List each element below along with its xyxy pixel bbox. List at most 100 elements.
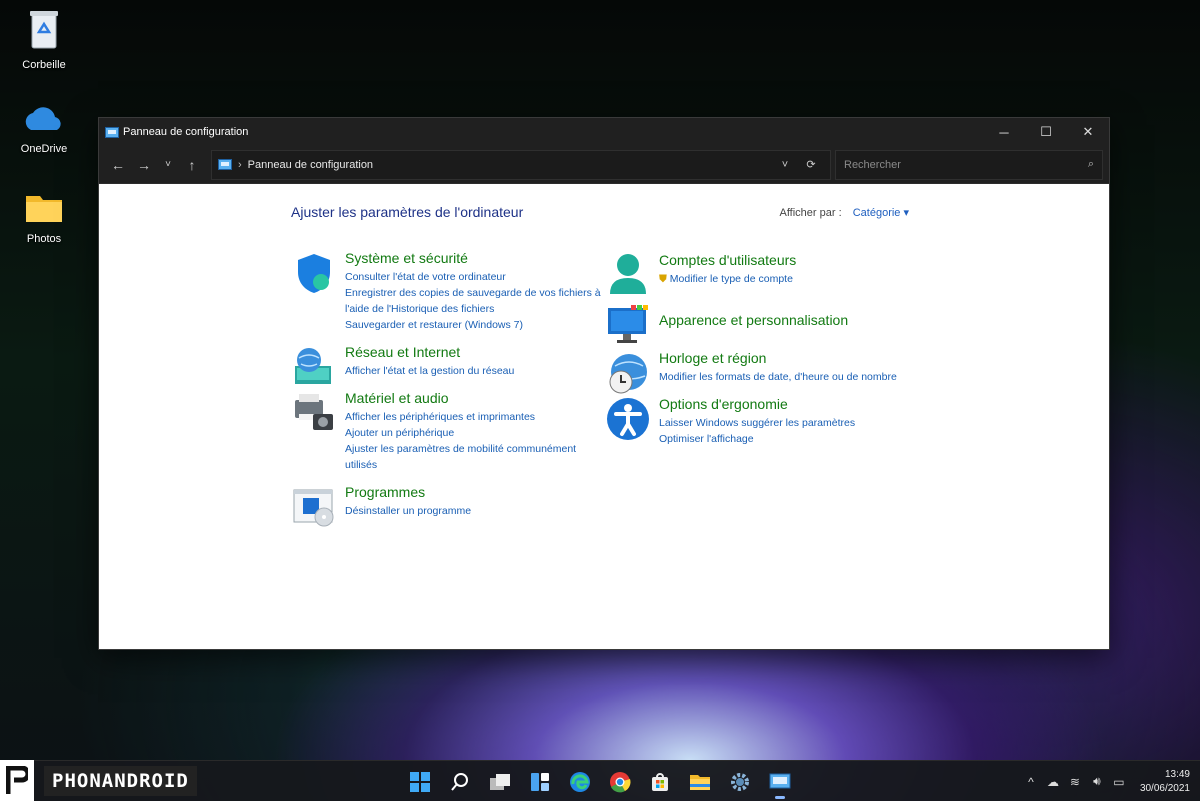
settings-icon [731,772,749,791]
taskbar-apps [400,761,800,801]
file-explorer-button[interactable] [680,761,720,801]
category-title[interactable]: Programmes [345,484,471,500]
monitor-palette-icon [608,305,648,343]
minimize-button[interactable]: ─ [983,118,1025,146]
desktop-icon-recycle-bin[interactable]: Corbeille [8,8,80,71]
category-title[interactable]: Apparence et personnalisation [659,312,848,328]
category-link[interactable]: Laisser Windows suggérer les paramètres [659,415,855,431]
brand-text: PHONANDROID [44,765,197,796]
recycle-bin-icon [30,11,58,49]
category-link[interactable]: Sauvegarder et restaurer (Windows 7) [345,317,601,333]
category-link[interactable]: ⛊ Modifier le type de compte [659,271,796,287]
category-appearance: Apparence et personnalisation [605,302,848,348]
folder-icon [26,196,62,222]
category-link[interactable]: Ajouter un périphérique [345,425,576,441]
category-title[interactable]: Matériel et audio [345,390,576,406]
system-tray: ^ ☁ ≋ 🔊︎ ▭ 13:49 30/06/2021 [1020,761,1200,801]
programs-icon [293,489,334,527]
onedrive-tray-icon[interactable]: ☁ [1042,775,1064,789]
close-button[interactable]: ✕ [1067,118,1109,146]
up-button[interactable]: ↑ [179,151,205,179]
category-link-text[interactable]: Modifier le type de compte [670,273,793,285]
category-link[interactable]: utilisés [345,457,576,473]
address-dropdown-button[interactable]: ˅ [772,159,798,171]
start-button[interactable] [400,761,440,801]
desktop-label-onedrive: OneDrive [20,143,68,155]
category-title[interactable]: Système et sécurité [345,250,601,266]
store-icon [652,772,668,791]
recent-locations-button[interactable]: ˅ [157,151,179,179]
category-link[interactable]: Consulter l'état de votre ordinateur [345,269,601,285]
clock[interactable]: 13:49 30/06/2021 [1140,768,1190,796]
wifi-icon[interactable]: ≋ [1064,775,1086,789]
category-link[interactable]: Désinstaller un programme [345,503,471,519]
view-by: Afficher par : Catégorie ▾ [779,206,909,219]
category-link[interactable]: Enregistrer des copies de sauvegarde de … [345,285,601,301]
breadcrumb-chevron-icon[interactable]: › [238,159,242,171]
task-view-button[interactable] [480,761,520,801]
control-panel-icon [769,773,791,788]
accessibility-icon [607,398,649,440]
maximize-button[interactable]: ☐ [1025,118,1067,146]
taskbar: PHONANDROID ^ ☁ ≋ 🔊︎ ▭ 13:49 30/06/2021 [0,760,1200,801]
desktop-icon-onedrive[interactable]: OneDrive [8,104,80,155]
onedrive-cloud-icon [25,107,61,130]
tray-overflow-chevron-icon[interactable]: ^ [1020,775,1042,789]
search-icon[interactable]: ⌕ [1088,158,1094,171]
category-title[interactable]: Réseau et Internet [345,344,514,360]
category-link[interactable]: Afficher l'état et la gestion du réseau [345,363,514,379]
category-link[interactable]: Optimiser l'affichage [659,431,855,447]
store-button[interactable] [640,761,680,801]
category-programs: Programmes Désinstaller un programme [291,484,471,530]
desktop-icon-photos[interactable]: Photos [8,192,80,245]
clock-date: 30/06/2021 [1139,782,1190,794]
clock-globe-icon [609,354,647,394]
user-accounts-icon [610,254,646,294]
category-clock-region: Horloge et région Modifier les formats d… [605,350,897,396]
brand-logo-icon [6,765,28,794]
address-bar[interactable]: › Panneau de configuration ˅ ⟳ [211,149,831,180]
widgets-icon [531,772,549,791]
network-globe-icon [295,348,331,384]
widgets-button[interactable] [520,761,560,801]
edge-icon [570,771,590,792]
category-link[interactable]: Modifier les formats de date, d'heure ou… [659,369,897,385]
page-title: Ajuster les paramètres de l'ordinateur [291,204,524,220]
settings-button[interactable] [720,761,760,801]
control-panel-content: Ajuster les paramètres de l'ordinateur A… [99,184,1109,649]
view-by-select[interactable]: Catégorie ▾ [853,207,909,219]
search-input[interactable] [844,158,1088,171]
volume-icon[interactable]: 🔊︎ [1086,774,1108,789]
control-panel-crumb-icon [218,159,232,170]
taskbar-search-button[interactable] [440,761,480,801]
category-link[interactable]: Afficher les périphériques et imprimante… [345,409,576,425]
view-by-label: Afficher par : [779,207,842,219]
back-button[interactable]: ← [105,151,131,179]
window-title: Panneau de configuration [123,126,249,138]
shield-icon [298,254,330,293]
chrome-icon [610,771,631,792]
clock-time: 13:49 [1164,768,1190,780]
edge-button[interactable] [560,761,600,801]
chrome-button[interactable] [600,761,640,801]
forward-button[interactable]: → [131,151,157,179]
category-title[interactable]: Comptes d'utilisateurs [659,252,796,268]
category-link[interactable]: Ajuster les paramètres de mobilité commu… [345,441,576,457]
printer-camera-icon [295,394,333,430]
search-box[interactable]: ⌕ [835,149,1103,180]
category-title[interactable]: Options d'ergonomie [659,396,855,412]
control-panel-app-icon [105,126,119,138]
brand-logo [0,760,34,801]
refresh-button[interactable]: ⟳ [798,158,824,171]
title-bar[interactable]: Panneau de configuration ─ ☐ ✕ [99,118,1109,146]
category-network-internet: Réseau et Internet Afficher l'état et la… [291,344,514,390]
battery-icon[interactable]: ▭ [1108,775,1130,789]
control-panel-taskbar-button[interactable] [760,761,800,801]
phonandroid-watermark: PHONANDROID [0,760,197,801]
category-title[interactable]: Horloge et région [659,350,897,366]
category-link[interactable]: l'aide de l'Historique des fichiers [345,301,601,317]
control-panel-window: Panneau de configuration ─ ☐ ✕ ← → ˅ ↑ ›… [98,117,1110,650]
start-icon [410,771,430,792]
category-hardware-audio: Matériel et audio Afficher les périphéri… [291,390,576,473]
breadcrumb-path[interactable]: Panneau de configuration [248,159,772,171]
